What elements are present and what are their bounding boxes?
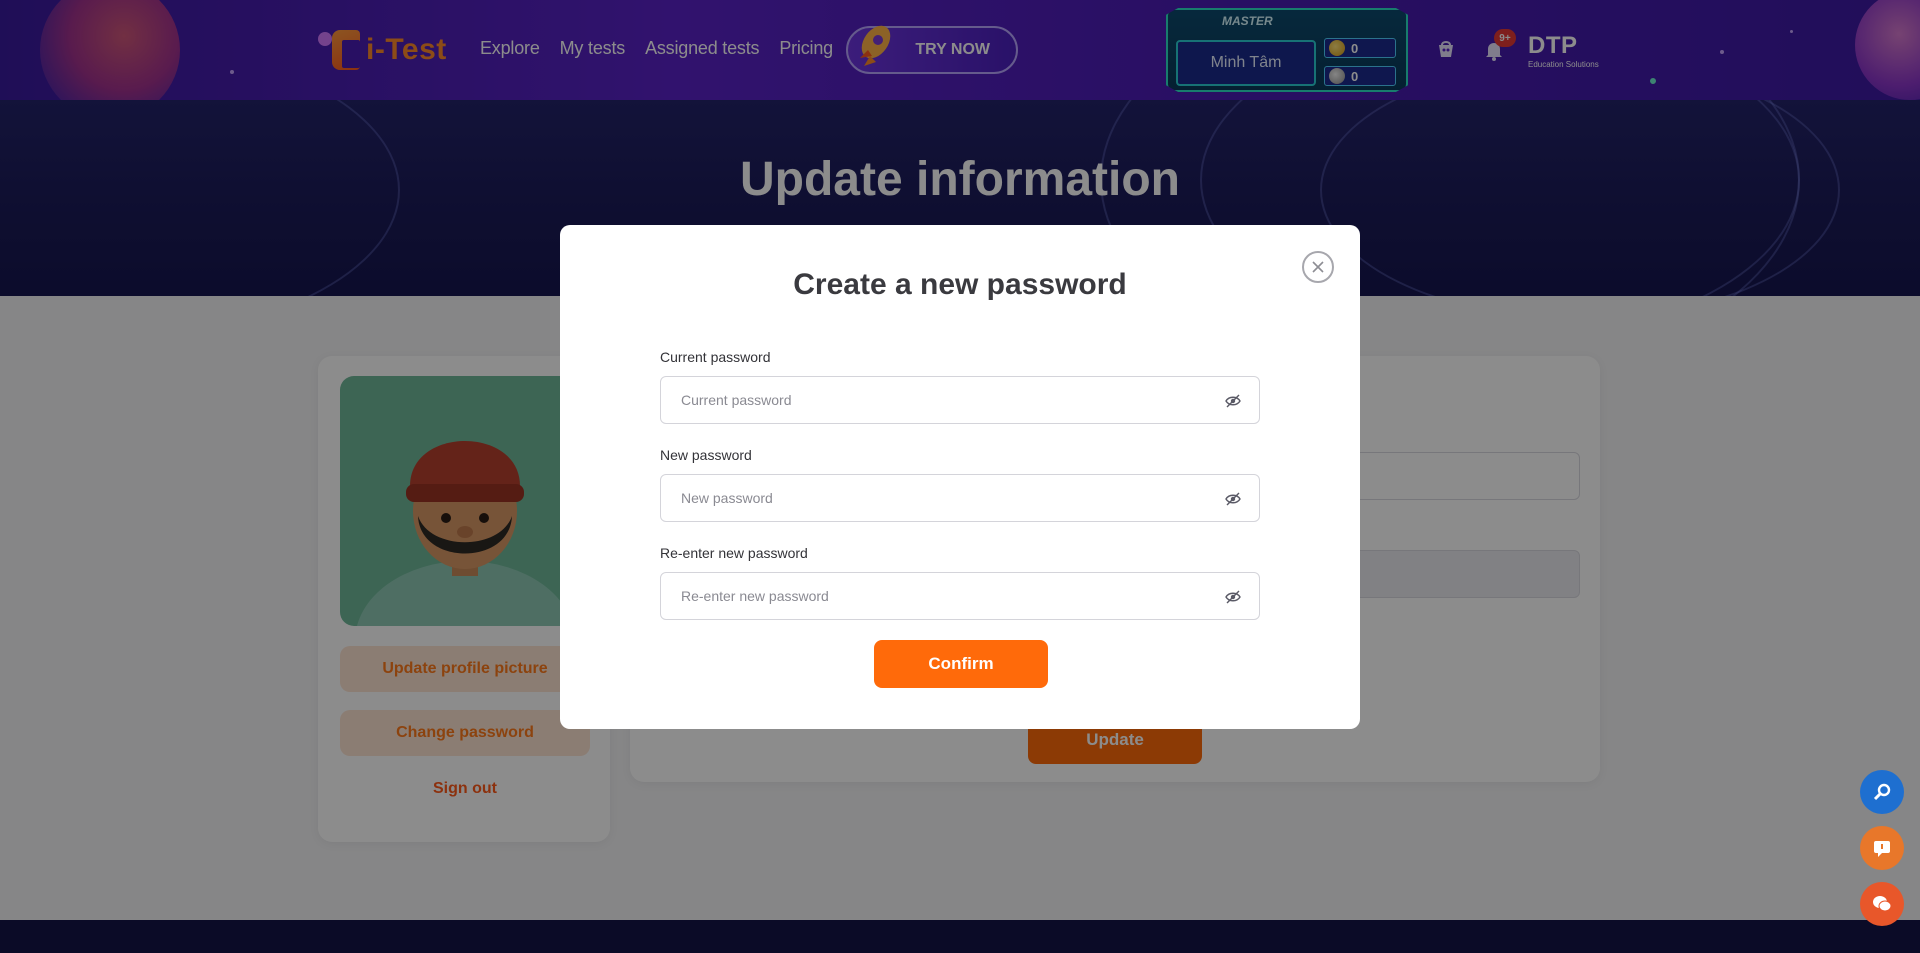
confirm-button[interactable]: Confirm: [874, 640, 1048, 688]
change-password-modal: Create a new password Current password N…: [560, 225, 1360, 729]
messenger-float-button[interactable]: [1860, 882, 1904, 926]
search-icon: [1873, 783, 1891, 801]
confirm-password-label: Re-enter new password: [660, 545, 808, 561]
feedback-float-button[interactable]: [1860, 826, 1904, 870]
search-float-button[interactable]: [1860, 770, 1904, 814]
current-password-label: Current password: [660, 349, 771, 365]
current-password-field: [660, 376, 1260, 424]
eye-off-icon[interactable]: [1225, 491, 1241, 507]
eye-off-icon[interactable]: [1225, 393, 1241, 409]
current-password-input[interactable]: [661, 377, 1181, 423]
modal-title: Create a new password: [793, 268, 1127, 301]
confirm-password-field: [660, 572, 1260, 620]
chat-icon: [1874, 841, 1890, 857]
confirm-password-input[interactable]: [661, 573, 1181, 619]
new-password-input[interactable]: [661, 475, 1181, 521]
new-password-label: New password: [660, 447, 752, 463]
eye-off-icon[interactable]: [1225, 589, 1241, 605]
messenger-icon: [1873, 896, 1892, 912]
new-password-field: [660, 474, 1260, 522]
